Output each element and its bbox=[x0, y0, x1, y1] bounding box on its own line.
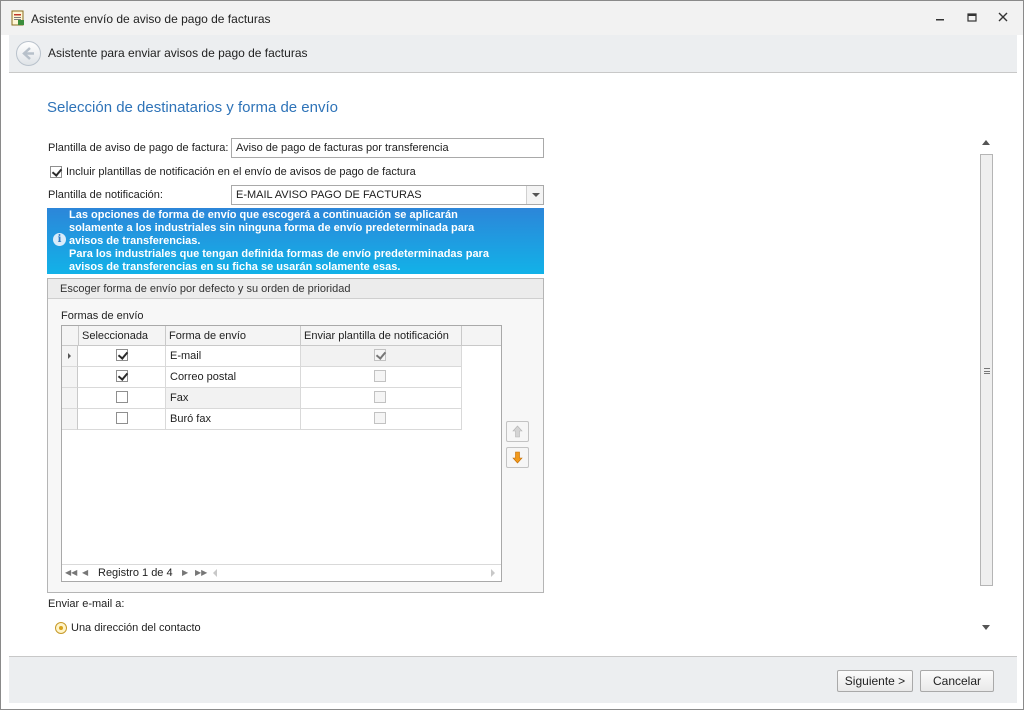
include-notifications-checkbox[interactable] bbox=[50, 166, 62, 178]
include-notifications-label: Incluir plantillas de notificación en el… bbox=[66, 166, 416, 178]
row-selected-checkbox[interactable] bbox=[116, 391, 128, 403]
row-selected-checkbox[interactable] bbox=[116, 370, 128, 382]
table-row[interactable]: Correo postal bbox=[62, 367, 462, 388]
app-document-icon bbox=[11, 10, 24, 26]
row-indicator bbox=[62, 346, 78, 367]
info-line: avisos de transferencias en su ficha se … bbox=[69, 261, 401, 273]
notification-template-label: Plantilla de notificación: bbox=[48, 189, 163, 201]
next-record-icon[interactable]: ▶ bbox=[182, 568, 188, 578]
window-title: Asistente envío de aviso de pago de fact… bbox=[31, 12, 271, 26]
section-title: Selección de destinatarios y forma de en… bbox=[47, 99, 338, 116]
record-counter: Registro 1 de 4 bbox=[98, 567, 173, 579]
grid-header-row: Seleccionada Forma de envío Enviar plant… bbox=[62, 326, 501, 346]
scroll-up-icon[interactable] bbox=[982, 140, 990, 145]
send-email-label: Enviar e-mail a: bbox=[48, 598, 125, 610]
previous-record-icon[interactable]: ◀ bbox=[82, 568, 88, 578]
row-indicator bbox=[62, 388, 78, 409]
back-button[interactable] bbox=[16, 41, 41, 66]
row-indicator bbox=[62, 409, 78, 430]
wizard-content: Selección de destinatarios y forma de en… bbox=[9, 73, 1017, 656]
cell-send-template bbox=[301, 367, 462, 387]
group-header: Escoger forma de envío por defecto y su … bbox=[48, 279, 543, 299]
arrow-up-icon bbox=[512, 425, 523, 438]
first-record-icon[interactable]: ◀◀ bbox=[65, 568, 77, 578]
cell-method: E-mail bbox=[166, 346, 301, 366]
info-line: solamente a los industriales sin ninguna… bbox=[69, 222, 475, 234]
cell-selected bbox=[79, 367, 166, 387]
cell-selected bbox=[79, 346, 166, 366]
contact-address-radio[interactable] bbox=[55, 622, 67, 634]
notification-template-dropdown[interactable]: E-MAIL AVISO PAGO DE FACTURAS bbox=[231, 185, 544, 205]
template-label: Plantilla de aviso de pago de factura: bbox=[48, 142, 229, 154]
chevron-down-icon[interactable] bbox=[526, 186, 543, 204]
row-selected-checkbox[interactable] bbox=[116, 412, 128, 424]
table-row[interactable]: Fax bbox=[62, 388, 462, 409]
grid-navigator: ◀◀ ◀ Registro 1 de 4 ▶ ▶▶ bbox=[62, 564, 501, 581]
cell-send-template bbox=[301, 409, 462, 429]
current-row-icon bbox=[68, 353, 71, 359]
scroll-down-icon[interactable] bbox=[982, 625, 990, 630]
close-icon bbox=[998, 12, 1008, 22]
delivery-method-group: Escoger forma de envío por defecto y su … bbox=[47, 278, 544, 593]
notification-template-value: E-MAIL AVISO PAGO DE FACTURAS bbox=[236, 189, 422, 201]
cell-method: Fax bbox=[166, 388, 301, 408]
info-line: Las opciones de forma de envío que escog… bbox=[69, 209, 458, 221]
row-send-template-checkbox[interactable] bbox=[374, 370, 386, 382]
content-vertical-scrollbar[interactable] bbox=[978, 136, 995, 636]
title-bar: Asistente envío de aviso de pago de fact… bbox=[1, 1, 1023, 35]
wizard-header-title: Asistente para enviar avisos de pago de … bbox=[48, 46, 308, 60]
move-up-button[interactable] bbox=[506, 421, 529, 442]
cell-selected bbox=[79, 388, 166, 408]
delivery-methods-grid: Seleccionada Forma de envío Enviar plant… bbox=[61, 325, 502, 582]
grid-indicator-header bbox=[62, 326, 79, 346]
cell-selected bbox=[79, 409, 166, 429]
row-indicator bbox=[62, 367, 78, 388]
group-title: Escoger forma de envío por defecto y su … bbox=[60, 283, 351, 295]
row-send-template-checkbox[interactable] bbox=[374, 391, 386, 403]
row-send-template-checkbox[interactable] bbox=[374, 412, 386, 424]
row-selected-checkbox[interactable] bbox=[116, 349, 128, 361]
info-icon: i bbox=[53, 233, 66, 246]
wizard-footer: Siguiente > Cancelar bbox=[9, 656, 1017, 703]
back-arrow-icon bbox=[22, 47, 34, 60]
column-header-method[interactable]: Forma de envío bbox=[166, 326, 301, 346]
next-button[interactable]: Siguiente > bbox=[837, 670, 913, 692]
minimize-button[interactable] bbox=[929, 9, 951, 27]
restore-icon bbox=[967, 13, 977, 22]
template-input[interactable]: Aviso de pago de facturas por transferen… bbox=[231, 138, 544, 158]
last-record-icon[interactable]: ▶▶ bbox=[195, 568, 207, 578]
grid-label: Formas de envío bbox=[61, 310, 144, 322]
move-down-button[interactable] bbox=[506, 447, 529, 468]
grip-icon bbox=[984, 368, 990, 374]
cancel-button[interactable]: Cancelar bbox=[920, 670, 994, 692]
column-header-selected[interactable]: Seleccionada bbox=[79, 326, 166, 346]
row-send-template-checkbox[interactable] bbox=[374, 349, 386, 361]
column-header-send-template[interactable]: Enviar plantilla de notificación bbox=[301, 326, 462, 346]
cell-method: Correo postal bbox=[166, 367, 301, 387]
minimize-icon bbox=[936, 19, 944, 21]
cell-send-template bbox=[301, 388, 462, 408]
scroll-thumb[interactable] bbox=[980, 154, 993, 586]
info-line: Para los industriales que tengan definid… bbox=[69, 248, 489, 260]
info-line: avisos de transferencias. bbox=[69, 235, 201, 247]
restore-button[interactable] bbox=[961, 9, 983, 27]
wizard-window: Asistente envío de aviso de pago de fact… bbox=[0, 0, 1024, 710]
close-button[interactable] bbox=[992, 9, 1014, 27]
grid-horizontal-scrollbar[interactable] bbox=[212, 568, 496, 578]
arrow-down-icon bbox=[512, 451, 523, 464]
cell-send-template bbox=[301, 346, 462, 366]
info-text: Las opciones de forma de envío que escog… bbox=[69, 209, 539, 274]
table-row[interactable]: E-mail bbox=[62, 346, 462, 367]
contact-address-label: Una dirección del contacto bbox=[71, 622, 201, 634]
info-banner: i Las opciones de forma de envío que esc… bbox=[47, 208, 544, 274]
wizard-header: Asistente para enviar avisos de pago de … bbox=[9, 35, 1017, 73]
cell-method: Buró fax bbox=[166, 409, 301, 429]
table-row[interactable]: Buró fax bbox=[62, 409, 462, 430]
